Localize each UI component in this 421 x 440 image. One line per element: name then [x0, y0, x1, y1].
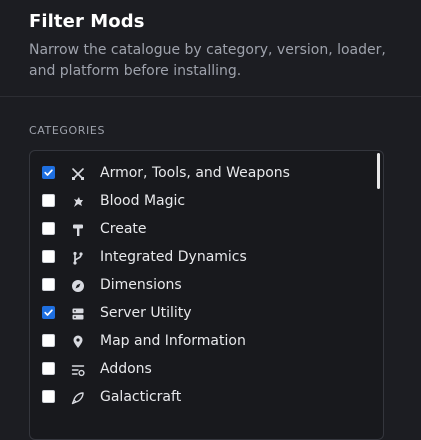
category-label: Blood Magic: [100, 193, 186, 209]
filter-header: Filter Mods Narrow the catalogue by cate…: [0, 0, 421, 97]
page-subtitle: Narrow the catalogue by category, versio…: [29, 42, 386, 79]
category-checkbox[interactable]: [42, 194, 55, 207]
list-settings-icon: [71, 362, 85, 377]
categories-heading: CATEGORIES: [29, 124, 106, 137]
category-label: Create: [100, 221, 147, 237]
category-item-armor-tools-weapons[interactable]: Armor, Tools, and Weapons: [30, 159, 370, 187]
category-item-addons[interactable]: Addons: [30, 355, 370, 383]
page-title: Filter Mods: [29, 11, 145, 32]
category-label: Addons: [100, 361, 152, 377]
checkmark-icon: [44, 309, 53, 316]
category-checkbox[interactable]: [42, 166, 55, 179]
category-label: Galacticraft: [100, 389, 182, 405]
category-checkbox[interactable]: [42, 250, 55, 263]
hammer-icon: [71, 222, 85, 236]
category-label: Map and Information: [100, 333, 246, 349]
category-item-server-utility[interactable]: Server Utility: [30, 299, 370, 327]
category-label: Integrated Dynamics: [100, 249, 247, 265]
category-checkbox[interactable]: [42, 362, 55, 375]
category-checkbox[interactable]: [42, 390, 55, 403]
category-label: Armor, Tools, and Weapons: [100, 165, 290, 181]
category-checkbox[interactable]: [42, 278, 55, 291]
category-item-dimensions[interactable]: Dimensions: [30, 271, 370, 299]
category-checkbox[interactable]: [42, 222, 55, 235]
checkmark-icon: [44, 169, 53, 176]
map-pin-icon: [71, 334, 85, 348]
crossed-swords-icon: [71, 166, 85, 180]
compass-icon: [71, 278, 85, 292]
category-item-blood-magic[interactable]: Blood Magic: [30, 187, 370, 215]
category-checkbox[interactable]: [42, 306, 55, 319]
category-checkbox[interactable]: [42, 334, 55, 347]
category-item-create[interactable]: Create: [30, 215, 370, 243]
category-item-map-information[interactable]: Map and Information: [30, 327, 370, 355]
categories-list[interactable]: Armor, Tools, and Weapons Blood Magic Cr…: [29, 150, 384, 440]
category-label: Dimensions: [100, 277, 182, 293]
magic-burst-icon: [71, 194, 85, 208]
category-item-galacticraft[interactable]: Galacticraft: [30, 383, 370, 411]
server-icon: [71, 306, 85, 320]
category-item-integrated-dynamics[interactable]: Integrated Dynamics: [30, 243, 370, 271]
branch-icon: [71, 250, 85, 265]
category-label: Server Utility: [100, 305, 192, 321]
scrollbar-thumb[interactable]: [377, 153, 380, 189]
rocket-icon: [71, 390, 85, 405]
